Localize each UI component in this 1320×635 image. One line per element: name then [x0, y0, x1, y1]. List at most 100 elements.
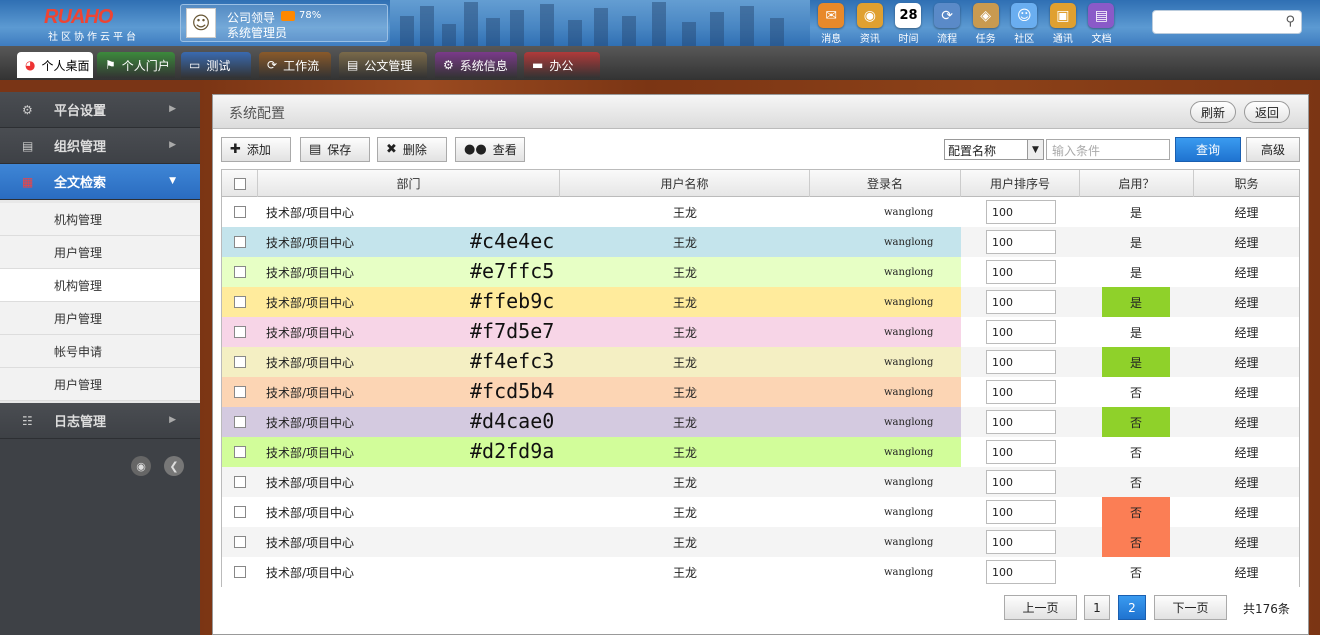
row-select-cell[interactable] — [222, 557, 258, 587]
row-select-cell[interactable] — [222, 257, 258, 287]
row-select-cell[interactable] — [222, 527, 258, 557]
page-button-current[interactable]: 2 — [1118, 595, 1146, 620]
checkbox[interactable] — [234, 356, 246, 368]
table-row[interactable]: 技术部/项目中心 王龙 wanglong 100 否经理 — [222, 467, 1299, 497]
header-order[interactable]: 用户排序号 — [961, 170, 1080, 197]
row-select-cell[interactable] — [222, 227, 258, 257]
header-select-all[interactable] — [222, 170, 258, 197]
toolbar-message-button[interactable]: ✉ 消息 — [812, 3, 851, 45]
save-button[interactable]: ▤ 保存 — [300, 137, 370, 162]
checkbox[interactable] — [234, 386, 246, 398]
checkbox[interactable] — [234, 476, 246, 488]
order-input[interactable]: 100 — [986, 320, 1056, 344]
tab-1[interactable]: ◕ 个人桌面 — [17, 52, 93, 78]
toolbar-community-button[interactable]: ☺ 社区 — [1005, 3, 1044, 45]
row-select-cell[interactable] — [222, 467, 258, 497]
table-row[interactable]: 技术部/项目中心 #c4e4ec 王龙 wanglong 100 是经理 — [222, 227, 1299, 257]
table-row[interactable]: 技术部/项目中心 #e7ffc5 王龙 wanglong 100 是经理 — [222, 257, 1299, 287]
order-input[interactable]: 100 — [986, 380, 1056, 404]
checkbox[interactable] — [234, 506, 246, 518]
order-input[interactable]: 100 — [986, 560, 1056, 584]
row-select-cell[interactable] — [222, 437, 258, 467]
table-row[interactable]: 技术部/项目中心 #d2fd9a 王龙 wanglong 100 否经理 — [222, 437, 1299, 467]
checkbox[interactable] — [234, 296, 246, 308]
toolbar-document-button[interactable]: ▤ 文档 — [1082, 3, 1121, 45]
checkbox[interactable] — [233, 177, 246, 190]
table-row[interactable]: 技术部/项目中心 #ffeb9c 王龙 wanglong 100 是经理 — [222, 287, 1299, 317]
checkbox[interactable] — [234, 236, 246, 248]
row-select-cell[interactable] — [222, 377, 258, 407]
palette-icon[interactable]: ◉ — [131, 456, 151, 476]
tab-3[interactable]: ▭ 测试 — [181, 52, 251, 78]
collapse-left-icon[interactable]: ❮ — [164, 456, 184, 476]
sidebar-item[interactable]: 帐号申请 — [0, 335, 200, 368]
tab-7[interactable]: ▬ 办公 — [524, 52, 600, 78]
sidebar-section-search[interactable]: ▦ 全文检索 ▼ — [0, 164, 200, 200]
order-input[interactable]: 100 — [986, 470, 1056, 494]
checkbox[interactable] — [234, 416, 246, 428]
order-input[interactable]: 100 — [986, 350, 1056, 374]
table-row[interactable]: 技术部/项目中心 王龙 wanglong 100 否经理 — [222, 557, 1299, 587]
sidebar-item[interactable]: 用户管理 — [0, 302, 200, 335]
table-row[interactable]: 技术部/项目中心 王龙 wanglong 100 否经理 — [222, 497, 1299, 527]
toolbar-calendar-button[interactable]: 28 时间 — [889, 3, 928, 45]
row-select-cell[interactable] — [222, 407, 258, 437]
checkbox[interactable] — [234, 326, 246, 338]
checkbox[interactable] — [234, 446, 246, 458]
toolbar-news-button[interactable]: ◉ 资讯 — [851, 3, 890, 45]
table-row[interactable]: 技术部/项目中心 王龙 wanglong 100 是经理 — [222, 197, 1299, 227]
sidebar-section-log[interactable]: ☷ 日志管理 ▶ — [0, 403, 200, 439]
table-row[interactable]: 技术部/项目中心 #f4efc3 王龙 wanglong 100 是经理 — [222, 347, 1299, 377]
header-title[interactable]: 职务 — [1194, 170, 1299, 197]
refresh-button[interactable]: 刷新 — [1190, 101, 1236, 123]
chevron-down-icon[interactable]: ▼ — [1027, 140, 1043, 159]
row-select-cell[interactable] — [222, 497, 258, 527]
order-input[interactable]: 100 — [986, 530, 1056, 554]
table-row[interactable]: 技术部/项目中心 #f7d5e7 王龙 wanglong 100 是经理 — [222, 317, 1299, 347]
checkbox[interactable] — [234, 566, 246, 578]
view-button[interactable]: ●● 查看 — [455, 137, 525, 162]
filter-select[interactable]: 配置名称 ▼ — [944, 139, 1044, 160]
order-input[interactable]: 100 — [986, 200, 1056, 224]
checkbox[interactable] — [234, 536, 246, 548]
tab-2[interactable]: ⚑ 个人门户 — [97, 52, 175, 78]
sidebar-section-org[interactable]: ▤ 组织管理 ▶ — [0, 128, 200, 164]
order-input[interactable]: 100 — [986, 230, 1056, 254]
order-input[interactable]: 100 — [986, 440, 1056, 464]
advanced-button[interactable]: 高级 — [1246, 137, 1300, 162]
toolbar-workflow-button[interactable]: ⟳ 流程 — [928, 3, 967, 45]
prev-page-button[interactable]: 上一页 — [1004, 595, 1077, 620]
query-button[interactable]: 查询 — [1175, 137, 1241, 162]
order-input[interactable]: 100 — [986, 260, 1056, 284]
order-input[interactable]: 100 — [986, 500, 1056, 524]
table-row[interactable]: 技术部/项目中心 #fcd5b4 王龙 wanglong 100 否经理 — [222, 377, 1299, 407]
toolbar-task-button[interactable]: ◈ 任务 — [966, 3, 1005, 45]
tab-6[interactable]: ⚙ 系统信息 — [435, 52, 517, 78]
sidebar-item[interactable]: 用户管理 — [0, 368, 200, 401]
row-select-cell[interactable] — [222, 317, 258, 347]
sidebar-item[interactable]: 机构管理 — [0, 203, 200, 236]
search-icon[interactable]: ⚲ — [1285, 14, 1295, 29]
table-row[interactable]: 技术部/项目中心 #d4cae0 王龙 wanglong 100 否经理 — [222, 407, 1299, 437]
next-page-button[interactable]: 下一页 — [1154, 595, 1227, 620]
table-row[interactable]: 技术部/项目中心 王龙 wanglong 100 否经理 — [222, 527, 1299, 557]
tab-4[interactable]: ⟳ 工作流 — [259, 52, 331, 78]
sidebar-item[interactable]: 用户管理 — [0, 236, 200, 269]
add-button[interactable]: ✚ 添加 — [221, 137, 291, 162]
search-input[interactable]: ⚲ — [1152, 10, 1302, 34]
sidebar-item[interactable]: 机构管理 — [0, 269, 200, 302]
row-select-cell[interactable] — [222, 197, 258, 227]
order-input[interactable]: 100 — [986, 410, 1056, 434]
toolbar-contacts-button[interactable]: ▣ 通讯 — [1044, 3, 1083, 45]
delete-button[interactable]: ✖ 删除 — [377, 137, 447, 162]
back-button[interactable]: 返回 — [1244, 101, 1290, 123]
order-input[interactable]: 100 — [986, 290, 1056, 314]
row-select-cell[interactable] — [222, 347, 258, 377]
checkbox[interactable] — [234, 266, 246, 278]
sidebar-section-platform[interactable]: ⚙ 平台设置 ▶ — [0, 92, 200, 128]
header-dept[interactable]: 部门 — [258, 170, 560, 197]
page-button[interactable]: 1 — [1084, 595, 1110, 620]
condition-input[interactable]: 输入条件 — [1046, 139, 1170, 160]
header-username[interactable]: 用户名称 — [560, 170, 810, 197]
tab-5[interactable]: ▤ 公文管理 — [339, 52, 427, 78]
